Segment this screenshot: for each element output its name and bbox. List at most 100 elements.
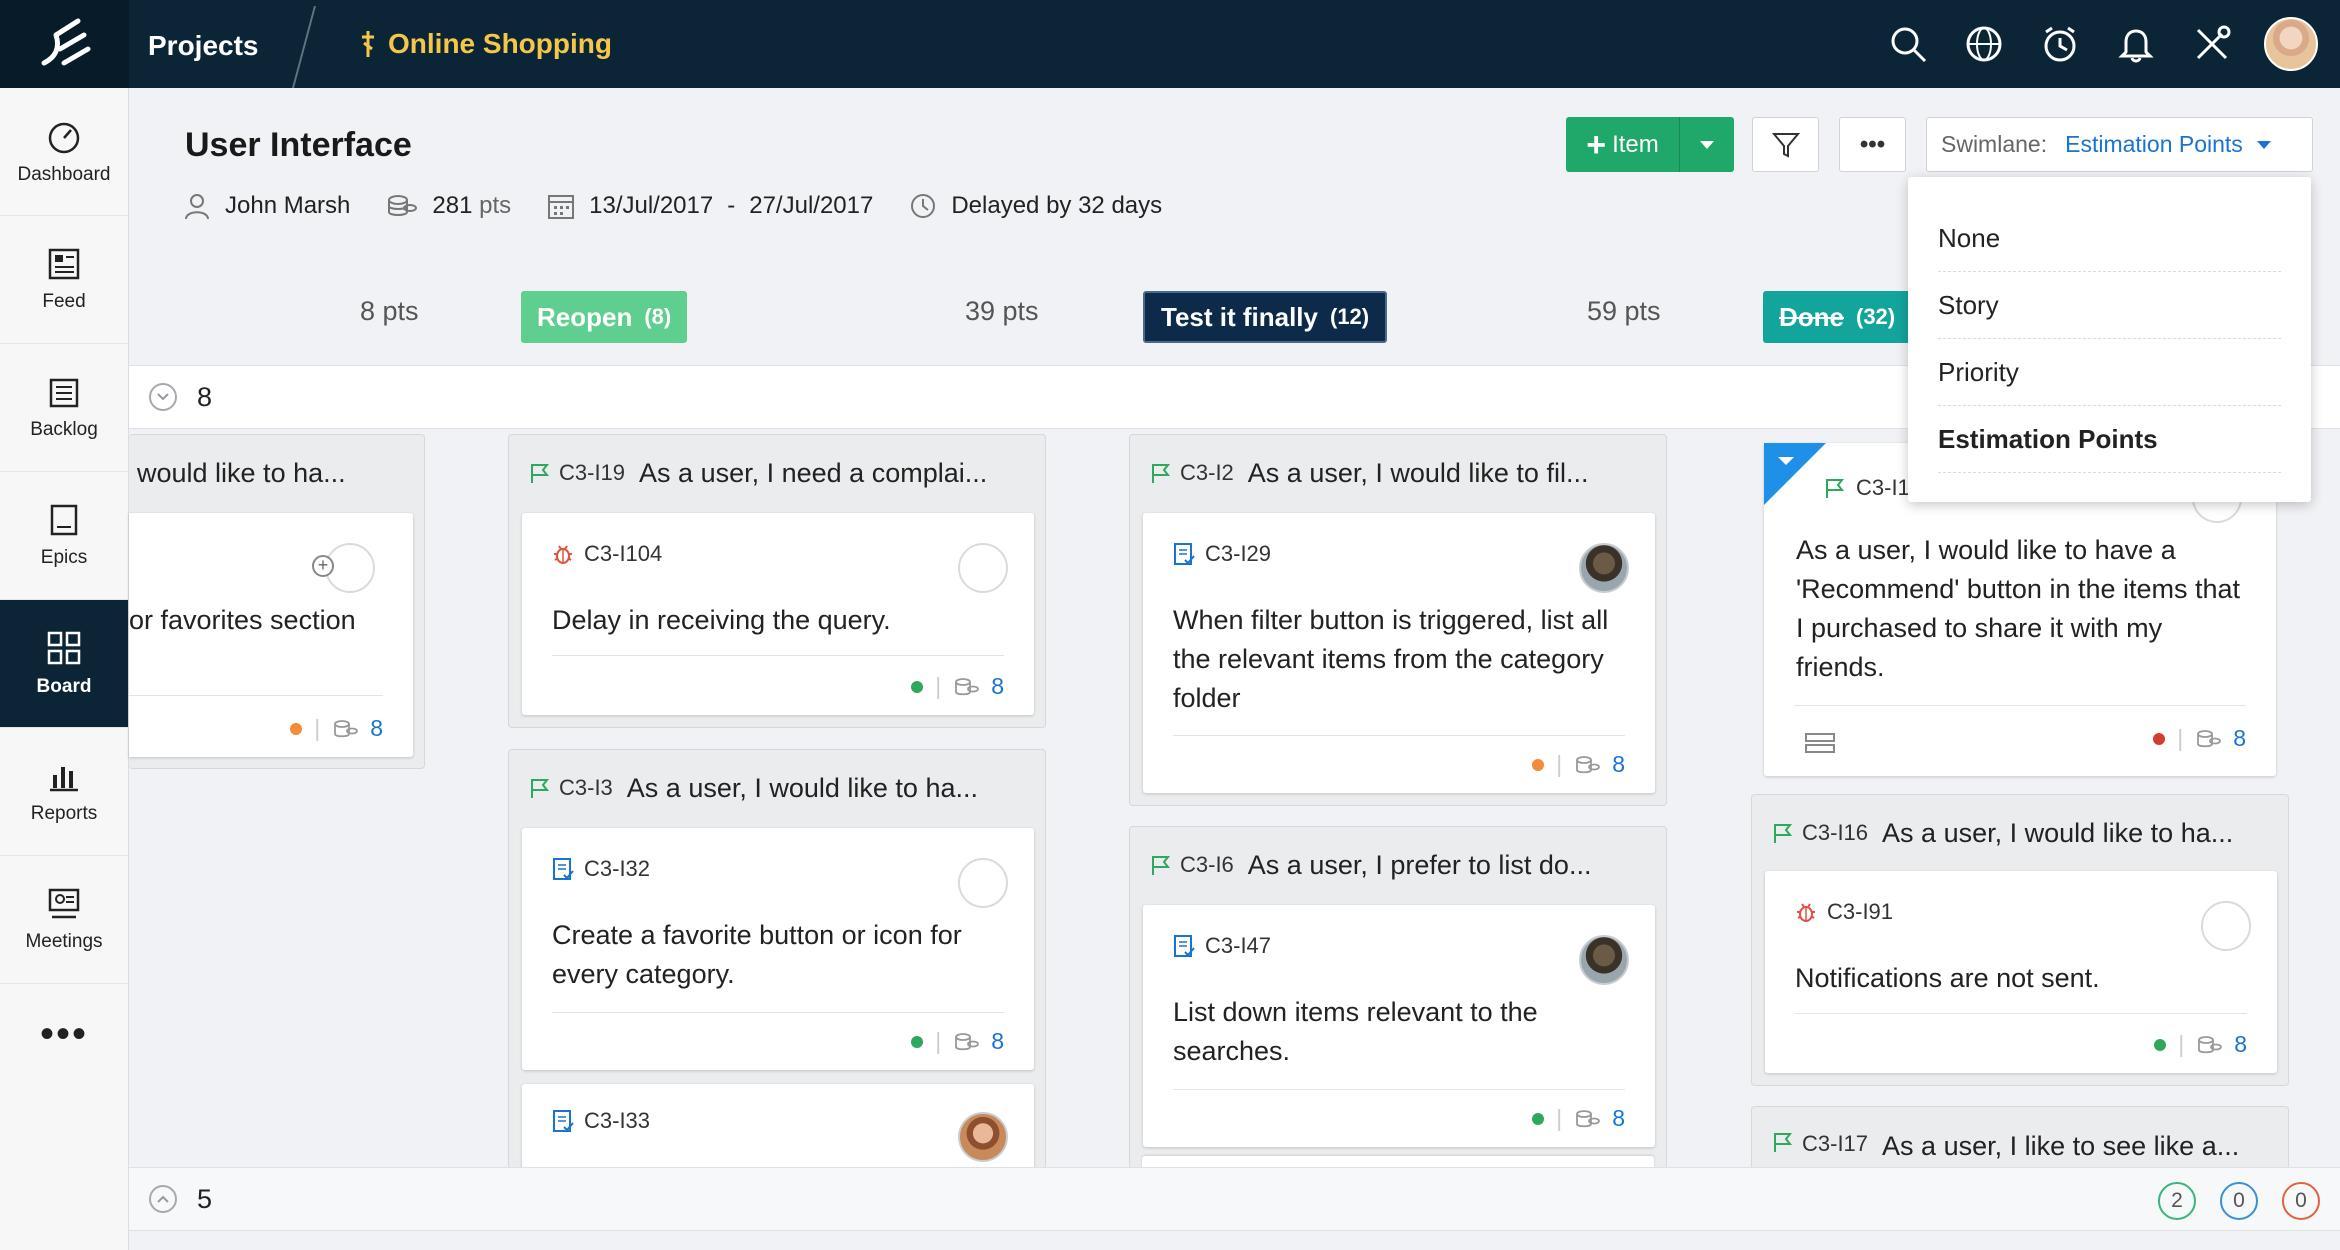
swimlane-label: 5 [197,1183,213,1214]
task-meta: | 8 [2153,725,2246,752]
assignee-avatar[interactable] [958,858,1008,908]
assignee-avatar[interactable] [958,1112,1008,1162]
swimlane-option-priority[interactable]: Priority [1938,339,2281,406]
assignee-avatar[interactable] [1579,543,1629,593]
column-points: 39 pts [965,296,1039,326]
sidebar-item-epics[interactable]: Epics [0,472,128,600]
task-card[interactable]: C3-I91 Notifications are not sent. | 8 [1765,871,2277,1073]
task-title: Delay in receiving the query. [552,605,891,635]
globe-icon[interactable] [1960,20,2008,68]
current-project[interactable]: Online Shopping [358,0,612,88]
flag-icon [1774,824,1793,843]
swimlane-label: Swimlane: [1941,131,2048,157]
more-actions-button[interactable]: ••• [1839,117,1906,172]
column-header-test[interactable]: Test it finally (12) [1143,290,1388,344]
task-id: C3-I32 [552,856,650,882]
status-label: Test it finally [1161,301,1318,332]
sidebar-more-button[interactable]: ••• [0,984,128,1084]
task-card[interactable]: C3-I29 When filter button is triggered, … [1143,513,1655,793]
project-name: Online Shopping [388,28,612,59]
subtasks-icon[interactable] [1804,732,1836,754]
task-doc-icon [553,1110,574,1132]
count-badge: 0 [2220,1182,2258,1220]
add-item-button[interactable]: + Item [1566,117,1734,172]
sidebar-item-feed[interactable]: Feed [0,216,128,344]
collapse-icon[interactable] [149,1185,177,1213]
task-points: 8 [370,715,383,741]
coins-icon [2198,1035,2223,1053]
assignee-avatar[interactable] [1579,935,1629,985]
logo-icon [41,18,90,66]
status-count: (32) [1856,304,1896,329]
projects-link[interactable]: Projects [148,0,259,88]
collapse-icon[interactable] [149,383,177,411]
story-header: C3-I3 As a user, I would like to ha... [509,750,1045,826]
swimlane-option-story[interactable]: Story [1938,272,2281,339]
story-header: would like to ha... [129,435,424,511]
column-header-reopen[interactable]: Reopen (8) [521,290,688,344]
add-assignee-icon[interactable]: + [312,555,334,577]
timer-icon[interactable] [2036,20,2084,68]
sidebar: Dashboard Feed Backlog Epics Board Repor… [0,88,129,1250]
owner-name: John Marsh [225,192,351,219]
sidebar-item-dashboard[interactable]: Dashboard [0,88,128,216]
task-card[interactable]: C3-I33 [522,1084,1034,1170]
task-divider [552,655,1004,656]
sidebar-item-reports[interactable]: Reports [0,728,128,856]
task-card[interactable]: C3-I104 Delay in receiving the query. | … [522,513,1034,715]
task-card[interactable]: C3-I32 Create a favorite button or icon … [522,828,1034,1070]
swimlane-select[interactable]: Swimlane: Estimation Points [1926,117,2313,172]
sprint-delay: Delayed by 32 days [909,192,1162,220]
sidebar-item-backlog[interactable]: Backlog [0,344,128,472]
story-card[interactable]: C3-I6 As a user, I prefer to list do... … [1129,826,1667,1169]
task-meta: | 8 [911,1028,1004,1055]
app-logo[interactable] [0,0,129,88]
priority-dot [1532,1112,1545,1125]
caret-down-icon [1700,140,1714,149]
tools-icon[interactable] [2188,20,2236,68]
swimlane-row[interactable]: 5 2 0 0 [129,1167,2340,1231]
flag-icon [1152,856,1171,875]
status-count: (8) [644,304,672,329]
task-id-text: C3-I47 [1205,933,1272,958]
swimlane-option-estimation-points[interactable]: Estimation Points [1938,406,2281,473]
add-item-label: Item [1612,130,1659,158]
task-id: C3-I47 [1173,933,1271,959]
story-id: C3-I2 [1180,460,1234,485]
story-card[interactable]: would like to ha... + or favorites secti… [129,434,425,769]
sprint-points: 281 pts [386,192,511,220]
coins-icon [388,195,418,216]
add-item-main[interactable]: + Item [1566,117,1680,172]
bug-icon [554,545,572,564]
dashboard-icon [48,122,80,153]
task-card[interactable]: + or favorites section | 8 [129,513,413,757]
bell-icon[interactable] [2112,20,2160,68]
plus-icon: + [1586,125,1607,164]
story-card[interactable]: C3-I17 As a user, I like to see like a..… [1751,1106,2289,1169]
add-item-dropdown[interactable] [1680,117,1734,172]
task-divider [1795,1013,2247,1014]
task-meta: | 8 [1532,751,1625,778]
story-card[interactable]: C3-I16 As a user, I would like to ha... … [1751,794,2289,1086]
task-doc-icon [1174,935,1195,957]
column-header-done[interactable]: Done (32) [1763,290,1912,344]
user-avatar[interactable] [2264,17,2318,71]
swimlane-option-none[interactable]: None [1938,205,2281,272]
story-card[interactable]: C3-I3 As a user, I would like to ha... C… [508,749,1046,1170]
sidebar-item-meetings[interactable]: Meetings [0,856,128,984]
story-card[interactable]: C3-I19 As a user, I need a complai... C3… [508,434,1046,728]
task-id-text: C3-I104 [584,541,663,566]
priority-dot [290,722,303,735]
flag-icon [531,464,550,483]
sidebar-item-board[interactable]: Board [0,600,128,728]
task-card[interactable]: C3-I47 List down items relevant to the s… [1143,905,1655,1147]
filter-button[interactable] [1752,117,1819,172]
task-id-text: C3-I91 [1827,899,1894,924]
flag-icon [1826,479,1845,498]
task-points: 8 [1612,751,1625,777]
story-id: C3-I19 [559,460,626,485]
assignee-avatar[interactable] [2201,901,2251,951]
search-icon[interactable] [1884,20,1932,68]
story-card[interactable]: C3-I2 As a user, I would like to fil... … [1129,434,1667,806]
assignee-avatar[interactable] [958,543,1008,593]
